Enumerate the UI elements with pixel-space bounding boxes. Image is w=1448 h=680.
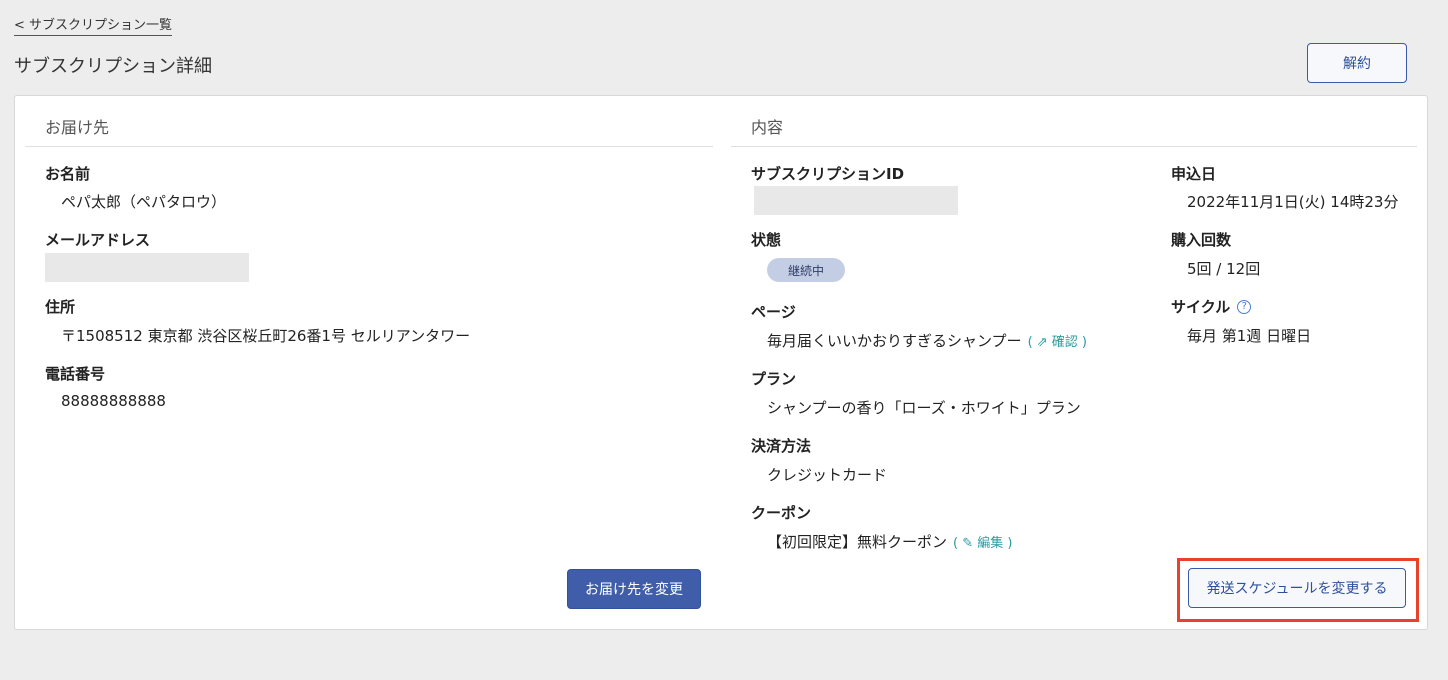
phone-label: 電話番号 bbox=[45, 365, 106, 383]
payment-method-label: 決済方法 bbox=[751, 437, 812, 455]
change-shipping-schedule-button[interactable]: 発送スケジュールを変更する bbox=[1188, 568, 1406, 608]
email-masked-value bbox=[45, 253, 249, 282]
name-label: お名前 bbox=[45, 165, 91, 183]
applied-date-value: 2022年11月1日(火) 14時23分 bbox=[1187, 193, 1399, 211]
status-label: 状態 bbox=[751, 231, 782, 249]
purchase-count-value: 5回 / 12回 bbox=[1187, 260, 1261, 278]
email-label: メールアドレス bbox=[45, 231, 151, 249]
cancel-subscription-button[interactable]: 解約 bbox=[1307, 43, 1407, 83]
coupon-value-row: 【初回限定】無料クーポン ( ✎ 編集 ) bbox=[767, 531, 1012, 552]
applied-date-label: 申込日 bbox=[1171, 165, 1217, 183]
address-value: 〒1508512 東京都 渋谷区桜丘町26番1号 セルリアンタワー bbox=[61, 327, 471, 345]
coupon-value: 【初回限定】無料クーポン bbox=[767, 533, 948, 551]
subscription-id-label: サブスクリプションID bbox=[751, 165, 905, 183]
subscription-detail-card: お届け先 お名前 ペパ太郎（ペパタロウ） メールアドレス 住所 〒1508512… bbox=[14, 95, 1428, 630]
name-value: ペパ太郎（ペパタロウ） bbox=[61, 193, 227, 211]
coupon-edit-link[interactable]: ( ✎ 編集 ) bbox=[953, 532, 1012, 551]
phone-value: 88888888888 bbox=[61, 392, 166, 410]
back-to-subscription-list-link[interactable]: < サブスクリプション一覧 bbox=[14, 14, 173, 36]
cycle-label: サイクル bbox=[1171, 298, 1231, 316]
page-title: サブスクリプション詳細 bbox=[14, 56, 212, 77]
change-delivery-button[interactable]: お届け先を変更 bbox=[567, 569, 701, 609]
cycle-label-row: サイクル ? bbox=[1171, 296, 1252, 317]
page-value: 毎月届くいいかおりすぎるシャンプー bbox=[767, 332, 1022, 350]
delivery-section-heading: お届け先 bbox=[25, 114, 713, 147]
payment-method-value: クレジットカード bbox=[767, 466, 888, 484]
plan-label: プラン bbox=[751, 370, 797, 388]
page-confirm-link[interactable]: ( ⇗ 確認 ) bbox=[1028, 331, 1087, 350]
coupon-label: クーポン bbox=[751, 504, 812, 522]
cycle-value: 毎月 第1週 日曜日 bbox=[1187, 327, 1312, 345]
address-label: 住所 bbox=[45, 298, 76, 316]
page-label: ページ bbox=[751, 303, 796, 321]
status-badge: 継続中 bbox=[767, 258, 845, 282]
content-section-heading: 内容 bbox=[731, 114, 1417, 147]
subscription-id-masked-value bbox=[754, 186, 958, 215]
purchase-count-label: 購入回数 bbox=[1171, 231, 1232, 249]
page-value-row: 毎月届くいいかおりすぎるシャンプー ( ⇗ 確認 ) bbox=[767, 330, 1087, 351]
plan-value: シャンプーの香り「ローズ・ホワイト」プラン bbox=[767, 399, 1081, 417]
help-icon[interactable]: ? bbox=[1237, 299, 1252, 314]
